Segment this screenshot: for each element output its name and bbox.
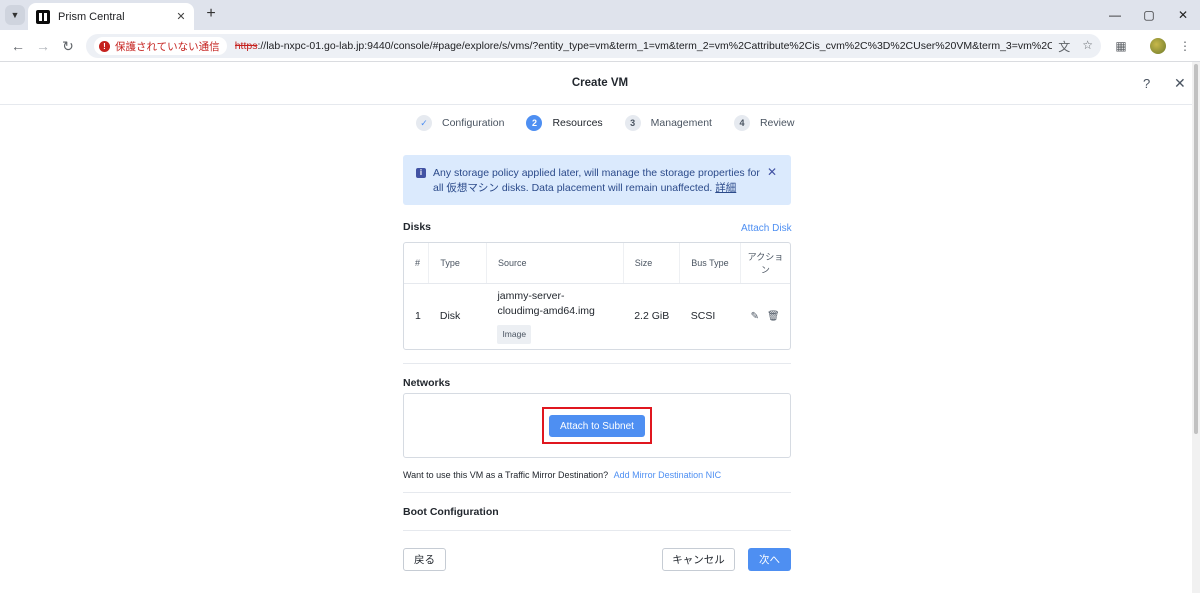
step-management[interactable]: 3 Management <box>624 115 712 131</box>
section-divider <box>403 492 791 493</box>
nutanix-favicon-icon <box>36 9 50 24</box>
step-label: Resources <box>552 117 603 129</box>
help-icon[interactable]: ? <box>1143 76 1150 91</box>
disk-actions: ✎ 🗑︎ <box>740 283 790 349</box>
mirror-destination-line: Want to use this VM as a Traffic Mirror … <box>403 470 721 480</box>
storage-policy-alert: i Any storage policy applied later, will… <box>403 155 791 205</box>
step-configuration[interactable]: ✓ Configuration <box>416 115 504 131</box>
col-header-number: # <box>404 243 429 284</box>
security-label: 保護されていない通信 <box>115 40 220 53</box>
reload-icon[interactable]: ↻ <box>60 38 76 54</box>
close-icon[interactable]: ✕ <box>1174 75 1186 92</box>
step-number: 2 <box>526 115 543 131</box>
tab-title: Prism Central <box>58 10 125 23</box>
new-tab-button[interactable]: + <box>202 5 220 23</box>
col-header-type: Type <box>428 243 487 284</box>
disk-source-cell: jammy-server-cloudimg-amd64.img Image <box>486 283 623 349</box>
alert-text: Any storage policy applied later, will m… <box>433 167 760 194</box>
next-button[interactable]: 次へ <box>748 548 791 571</box>
back-button[interactable]: 戻る <box>403 548 446 571</box>
disk-number: 1 <box>415 310 421 323</box>
table-row: 1 Disk jammy-server-cloudimg-amd64.img I… <box>404 283 790 349</box>
wizard-stepper: ✓ Configuration 2 Resources 3 Management… <box>416 114 816 132</box>
step-number: 3 <box>624 115 641 131</box>
source-badge: Image <box>497 324 532 344</box>
step-label: Management <box>650 117 712 129</box>
step-resources[interactable]: 2 Resources <box>526 115 603 131</box>
col-header-actions: アクション <box>739 243 790 284</box>
browser-toolbar: ← → ↻ ! 保護されていない通信 https://lab-nxpc-01.g… <box>0 30 1200 62</box>
disk-type: Disk <box>439 310 461 323</box>
cancel-button[interactable]: キャンセル <box>662 548 735 571</box>
col-header-bus-type: Bus Type <box>679 243 741 284</box>
edit-pencil-icon[interactable]: ✎ <box>751 311 759 322</box>
networks-section-title: Networks <box>403 377 451 389</box>
tab-search-button[interactable]: ▼ <box>5 5 25 25</box>
security-indicator[interactable]: ! 保護されていない通信 <box>94 37 227 55</box>
url-scheme: https <box>234 40 258 52</box>
warning-icon: ! <box>99 40 110 52</box>
step-review[interactable]: 4 Review <box>733 115 795 131</box>
disk-size: 2.2 GiB <box>634 310 670 323</box>
section-divider <box>403 363 791 364</box>
attach-disk-link[interactable]: Attach Disk <box>741 223 792 234</box>
boot-config-section-title[interactable]: Boot Configuration <box>403 506 499 518</box>
disk-bus-type: SCSI <box>690 310 716 323</box>
profile-avatar[interactable] <box>1150 38 1166 54</box>
browser-tabstrip: ▼ Prism Central ✕ + — ▢ ✕ <box>0 0 1200 30</box>
browser-tab-prism-central[interactable]: Prism Central ✕ <box>28 3 194 30</box>
step-number: 4 <box>733 115 750 131</box>
mirror-question: Want to use this VM as a Traffic Mirror … <box>403 470 609 480</box>
back-arrow-icon[interactable]: ← <box>10 38 26 54</box>
url-text[interactable]: https://lab-nxpc-01.go-lab.jp:9440/conso… <box>235 40 1053 52</box>
scrollbar-thumb[interactable] <box>1194 64 1198 434</box>
modal-header: Create VM ? ✕ <box>0 62 1200 105</box>
translate-icon[interactable]: 文 <box>1058 38 1070 55</box>
window-controls: — ▢ ✕ <box>1098 0 1200 30</box>
disks-section-title: Disks <box>403 221 432 233</box>
delete-trash-icon[interactable]: 🗑︎ <box>767 311 780 322</box>
address-bar[interactable]: ! 保護されていない通信 https://lab-nxpc-01.go-lab.… <box>86 34 1101 58</box>
col-header-source: Source <box>485 243 624 284</box>
disks-table: # Type Source Size Bus Type アクション 1 Disk… <box>403 242 791 350</box>
disk-source: jammy-server-cloudimg-amd64.img <box>497 289 595 317</box>
chevron-down-icon: ▼ <box>10 10 20 20</box>
info-icon: i <box>416 168 426 178</box>
window-close-icon[interactable]: ✕ <box>1166 0 1200 30</box>
alert-details-link[interactable]: 詳細 <box>715 182 736 194</box>
forward-arrow-icon[interactable]: → <box>35 38 51 54</box>
minimize-icon[interactable]: — <box>1098 0 1132 30</box>
tab-close-icon[interactable]: ✕ <box>174 10 188 23</box>
col-header-size: Size <box>622 243 680 284</box>
alert-close-icon[interactable]: ✕ <box>767 165 777 180</box>
step-label: Review <box>759 117 795 129</box>
url-rest: ://lab-nxpc-01.go-lab.jp:9440/console/#p… <box>257 40 1053 52</box>
more-menu-icon[interactable]: ⋮ <box>1177 38 1193 54</box>
section-divider <box>403 530 791 531</box>
add-mirror-nic-link[interactable]: Add Mirror Destination NIC <box>614 470 722 480</box>
maximize-icon[interactable]: ▢ <box>1132 0 1166 30</box>
checkmark-icon: ✓ <box>416 115 432 131</box>
extensions-puzzle-icon[interactable]: ▦ <box>1113 38 1129 54</box>
attach-to-subnet-button[interactable]: Attach to Subnet <box>549 415 645 437</box>
bookmark-star-icon[interactable]: ☆ <box>1082 38 1093 55</box>
page-title: Create VM <box>571 77 629 89</box>
step-label: Configuration <box>442 117 505 129</box>
